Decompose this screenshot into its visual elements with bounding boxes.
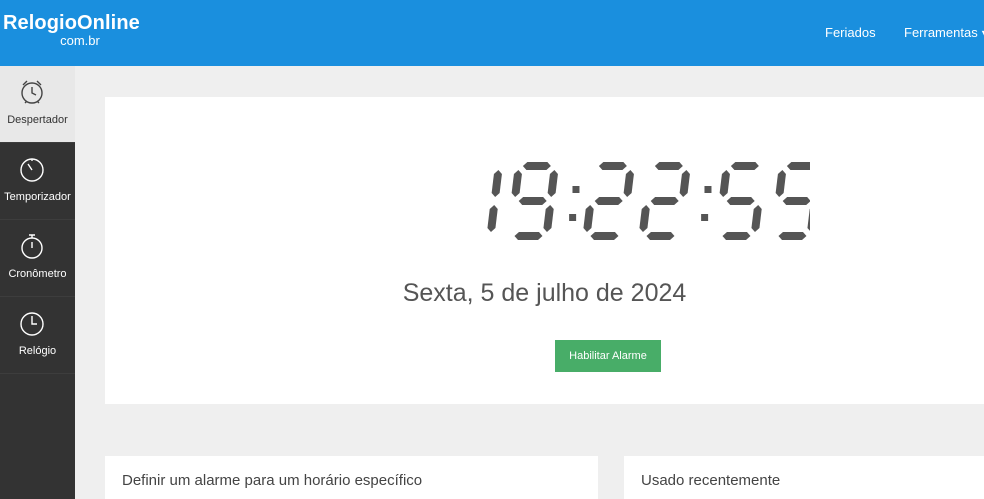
sidebar-item-temporizador[interactable]: Temporizador [0,143,75,220]
recently-used-panel: Usado recentemente [624,456,984,499]
digit-segment [543,205,554,232]
digit-segment [514,232,543,240]
digit-segment [722,232,751,240]
sidebar-item-relogio[interactable]: Relógio [0,297,75,374]
clock-digit [511,162,558,240]
clock-card: Sexta, 5 de julho de 2024 Habilitar Alar… [105,97,984,404]
sidebar-item-label: Temporizador [4,191,71,203]
colon-dot [572,186,580,193]
digit-segment [639,205,650,232]
digit-segment [751,205,762,232]
top-header: RelogioOnline com.br Feriados Ferramenta… [0,0,984,66]
colon-dot [569,214,577,221]
digit-segment [487,205,498,232]
digit-segment [730,162,759,170]
stopwatch-icon [21,234,43,259]
digit-segment [511,170,522,197]
nav-ferramentas-menu[interactable]: Ferramentas▾ [904,24,984,43]
clock-digit [583,162,634,240]
digit-segment [775,170,786,197]
enable-alarm-button[interactable]: Habilitar Alarme [555,340,661,372]
digit-segment [547,170,558,197]
digit-segment [807,208,810,231]
digit-segment [646,232,675,240]
digit-segment [679,170,690,197]
clock-digit [719,162,762,240]
digit-segment [590,232,619,240]
clock-digit [775,162,810,240]
digit-segment [623,170,634,197]
alarm-clock-icon [21,80,43,104]
logo-sub-text: com.br [60,33,100,48]
recently-used-panel-title: Usado recentemente [641,472,781,489]
timer-icon [20,158,44,182]
digit-segment [719,170,730,197]
site-logo[interactable]: RelogioOnline com.br [3,11,140,49]
current-date: Sexta, 5 de julho de 2024 [105,279,984,308]
nav-feriados-link[interactable]: Feriados [825,24,876,42]
digit-segment [782,197,810,205]
digit-segment [594,197,623,205]
set-alarm-panel: Definir um alarme para um horário especí… [105,456,598,499]
digit-segment [650,197,679,205]
digit-segment [598,162,627,170]
digit-segment [491,170,502,197]
clock-digit [639,162,690,240]
clock-digit [487,170,502,232]
sidebar-item-despertador[interactable]: Despertador [0,66,75,143]
colon-dot [701,214,709,221]
sidebar: Despertador Temporizador Cronômetro Reló… [0,66,75,499]
nav-ferramentas-label: Ferramentas [904,25,978,40]
clock-icon [20,312,44,336]
current-date-text: Sexta, 5 de julho de 2024 [402,279,687,307]
digit-segment [583,205,594,232]
digit-segment [654,162,683,170]
digit-segment [778,232,807,240]
digit-segment [726,197,755,205]
logo-main-text: RelogioOnline [3,12,140,34]
digit-segment [518,197,547,205]
sidebar-item-cronometro[interactable]: Cronômetro [0,220,75,297]
set-alarm-panel-title: Definir um alarme para um horário especí… [122,472,423,489]
digit-segment [522,162,551,170]
digit-segment [786,162,810,170]
digital-clock-display [487,162,810,240]
sidebar-item-label: Despertador [7,114,68,126]
sidebar-item-label: Relógio [18,345,57,357]
sidebar-item-label: Cronômetro [8,268,67,280]
colon-dot [704,186,712,193]
